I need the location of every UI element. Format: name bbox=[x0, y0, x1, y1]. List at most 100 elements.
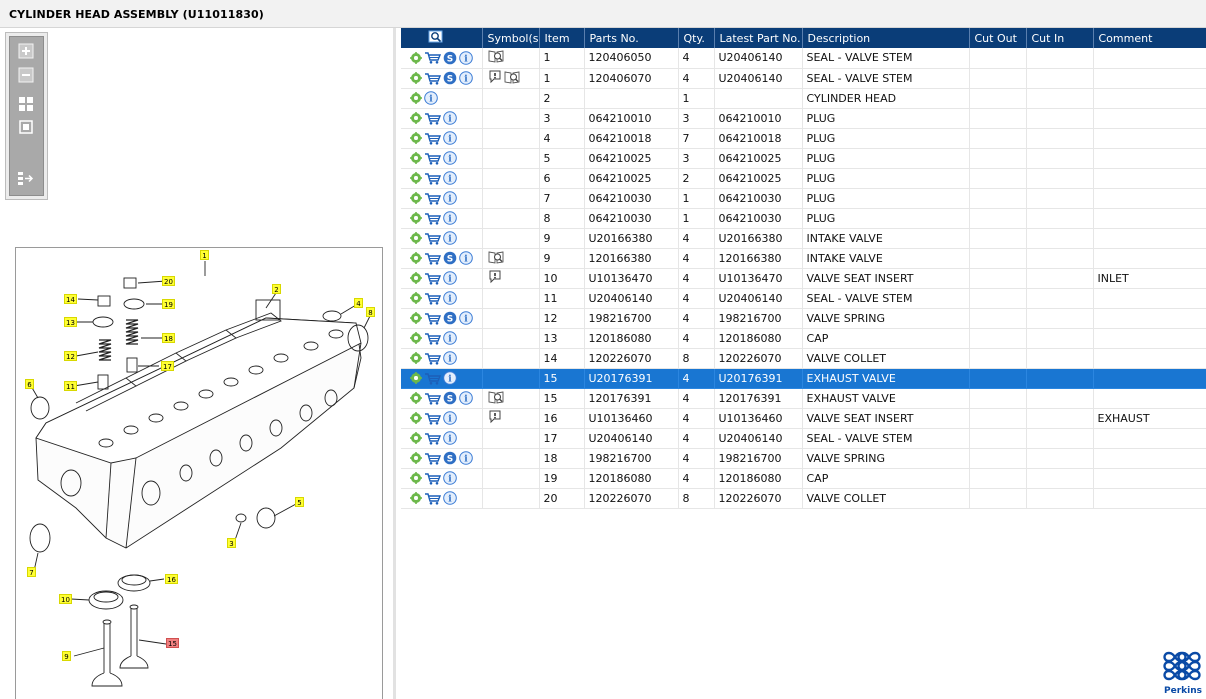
column-header-comment[interactable]: Comment bbox=[1093, 28, 1206, 48]
table-row[interactable]: i 6 064210025 2 064210025 PLUG bbox=[401, 168, 1206, 189]
callout-9[interactable]: 9 bbox=[62, 651, 71, 661]
zoom-out-button[interactable] bbox=[16, 66, 39, 86]
actual-size-button[interactable] bbox=[16, 118, 39, 138]
documentation-symbol-icon[interactable] bbox=[504, 70, 520, 84]
add-to-cart-icon[interactable] bbox=[424, 432, 441, 445]
add-to-cart-icon[interactable] bbox=[424, 192, 441, 205]
add-to-cart-icon[interactable] bbox=[424, 332, 441, 345]
callout-13[interactable]: 13 bbox=[64, 317, 77, 327]
table-row[interactable]: i 16 U10136460 4 U10136460 VALVE SEAT INSERT E… bbox=[401, 408, 1206, 429]
table-row[interactable]: i 7 064210030 1 064210030 PLUG bbox=[401, 188, 1206, 209]
supersession-icon[interactable]: S bbox=[443, 391, 457, 405]
callout-4[interactable]: 4 bbox=[354, 298, 363, 308]
callout-8[interactable]: 8 bbox=[366, 307, 375, 317]
table-row[interactable]: i 15 U20176391 4 U20176391 EXHAUST VALVE bbox=[401, 368, 1206, 389]
add-to-cart-icon[interactable] bbox=[424, 292, 441, 305]
column-header-symbols[interactable]: Symbol(s) bbox=[482, 28, 540, 48]
info-icon[interactable]: i bbox=[443, 431, 457, 445]
fit-page-button[interactable] bbox=[16, 95, 39, 115]
info-icon[interactable]: i bbox=[443, 411, 457, 425]
table-row[interactable]: i 9 U20166380 4 U20166380 INTAKE VALVE bbox=[401, 228, 1206, 249]
callout-2[interactable]: 2 bbox=[272, 284, 281, 294]
add-to-cart-icon[interactable] bbox=[424, 51, 441, 64]
configure-icon[interactable] bbox=[410, 492, 422, 504]
add-to-cart-icon[interactable] bbox=[424, 152, 441, 165]
info-icon[interactable]: i bbox=[443, 291, 457, 305]
table-row[interactable]: i 5 064210025 3 064210025 PLUG bbox=[401, 148, 1206, 169]
info-icon[interactable]: i bbox=[443, 211, 457, 225]
note-symbol-icon[interactable] bbox=[488, 270, 502, 284]
configure-icon[interactable] bbox=[410, 392, 422, 404]
info-icon[interactable]: i bbox=[443, 271, 457, 285]
callout-17[interactable]: 17 bbox=[161, 361, 174, 371]
configure-icon[interactable] bbox=[410, 232, 422, 244]
add-to-cart-icon[interactable] bbox=[424, 112, 441, 125]
info-icon[interactable]: i bbox=[443, 491, 457, 505]
add-to-cart-icon[interactable] bbox=[424, 172, 441, 185]
table-row[interactable]: i 19 120186080 4 120186080 CAP bbox=[401, 468, 1206, 489]
table-row[interactable]: i 17 U20406140 4 U20406140 SEAL - VALVE STEM bbox=[401, 428, 1206, 449]
callout-20[interactable]: 20 bbox=[162, 276, 175, 286]
configure-icon[interactable] bbox=[410, 352, 422, 364]
configure-icon[interactable] bbox=[410, 172, 422, 184]
table-row[interactable]: Si 1 120406050 4 U20406140 SEAL - VALVE STEM bbox=[401, 48, 1206, 69]
configure-icon[interactable] bbox=[410, 412, 422, 424]
callout-18[interactable]: 18 bbox=[162, 333, 175, 343]
add-to-cart-icon[interactable] bbox=[424, 352, 441, 365]
configure-icon[interactable] bbox=[410, 192, 422, 204]
collapse-panel-button[interactable] bbox=[16, 169, 39, 189]
column-header-parts-no[interactable]: Parts No. bbox=[584, 28, 679, 48]
info-icon[interactable]: i bbox=[459, 50, 473, 65]
info-icon[interactable]: i bbox=[459, 391, 473, 405]
add-to-cart-icon[interactable] bbox=[424, 492, 441, 505]
note-symbol-icon[interactable] bbox=[488, 410, 502, 424]
add-to-cart-icon[interactable] bbox=[424, 72, 441, 85]
table-row[interactable]: Si 15 120176391 4 120176391 EXHAUST VALVE bbox=[401, 388, 1206, 409]
supersession-icon[interactable]: S bbox=[443, 71, 457, 85]
configure-icon[interactable] bbox=[410, 252, 422, 264]
table-row[interactable]: i 14 120226070 8 120226070 VALVE COLLET bbox=[401, 348, 1206, 369]
column-header-cut-out[interactable]: Cut Out bbox=[969, 28, 1027, 48]
column-header-cut-in[interactable]: Cut In bbox=[1026, 28, 1094, 48]
configure-icon[interactable] bbox=[410, 432, 422, 444]
table-row[interactable]: Si 1 120406070 4 U20406140 SEAL - VALVE STEM bbox=[401, 68, 1206, 89]
info-icon[interactable]: i bbox=[459, 311, 473, 325]
info-icon[interactable]: i bbox=[459, 451, 473, 465]
table-row[interactable]: i 2 1 CYLINDER HEAD bbox=[401, 88, 1206, 109]
add-to-cart-icon[interactable] bbox=[424, 412, 441, 425]
add-to-cart-icon[interactable] bbox=[424, 312, 441, 325]
supersession-icon[interactable]: S bbox=[443, 311, 457, 325]
callout-12[interactable]: 12 bbox=[64, 351, 77, 361]
configure-icon[interactable] bbox=[410, 292, 422, 304]
configure-icon[interactable] bbox=[410, 72, 422, 84]
add-to-cart-icon[interactable] bbox=[424, 272, 441, 285]
callout-3[interactable]: 3 bbox=[227, 538, 236, 548]
column-header-latest-part-no[interactable]: Latest Part No. bbox=[714, 28, 803, 48]
table-row[interactable]: i 11 U20406140 4 U20406140 SEAL - VALVE STEM bbox=[401, 288, 1206, 309]
info-icon[interactable]: i bbox=[459, 71, 473, 85]
configure-icon[interactable] bbox=[410, 372, 422, 384]
table-row[interactable]: i 13 120186080 4 120186080 CAP bbox=[401, 328, 1206, 349]
table-row[interactable]: Si 9 120166380 4 120166380 INTAKE VALVE bbox=[401, 248, 1206, 269]
info-icon[interactable]: i bbox=[459, 251, 473, 265]
add-to-cart-icon[interactable] bbox=[424, 252, 441, 265]
info-icon[interactable]: i bbox=[443, 231, 457, 245]
configure-icon[interactable] bbox=[410, 212, 422, 224]
callout-5[interactable]: 5 bbox=[295, 497, 304, 507]
configure-icon[interactable] bbox=[410, 472, 422, 484]
column-header-item[interactable]: Item bbox=[539, 28, 585, 48]
add-to-cart-icon[interactable] bbox=[424, 452, 441, 465]
add-to-cart-icon[interactable] bbox=[424, 132, 441, 145]
note-symbol-icon[interactable] bbox=[488, 70, 502, 84]
configure-icon[interactable] bbox=[410, 272, 422, 284]
configure-icon[interactable] bbox=[410, 452, 422, 464]
add-to-cart-icon[interactable] bbox=[424, 232, 441, 245]
callout-7[interactable]: 7 bbox=[27, 567, 36, 577]
info-icon[interactable]: i bbox=[443, 131, 457, 145]
callout-19[interactable]: 19 bbox=[162, 299, 175, 309]
supersession-icon[interactable]: S bbox=[443, 451, 457, 465]
zoom-to-part-icon[interactable] bbox=[428, 30, 444, 44]
column-header-qty[interactable]: Qty. bbox=[678, 28, 715, 48]
table-row[interactable]: i 3 064210010 3 064210010 PLUG bbox=[401, 108, 1206, 129]
callout-10[interactable]: 10 bbox=[59, 594, 72, 604]
